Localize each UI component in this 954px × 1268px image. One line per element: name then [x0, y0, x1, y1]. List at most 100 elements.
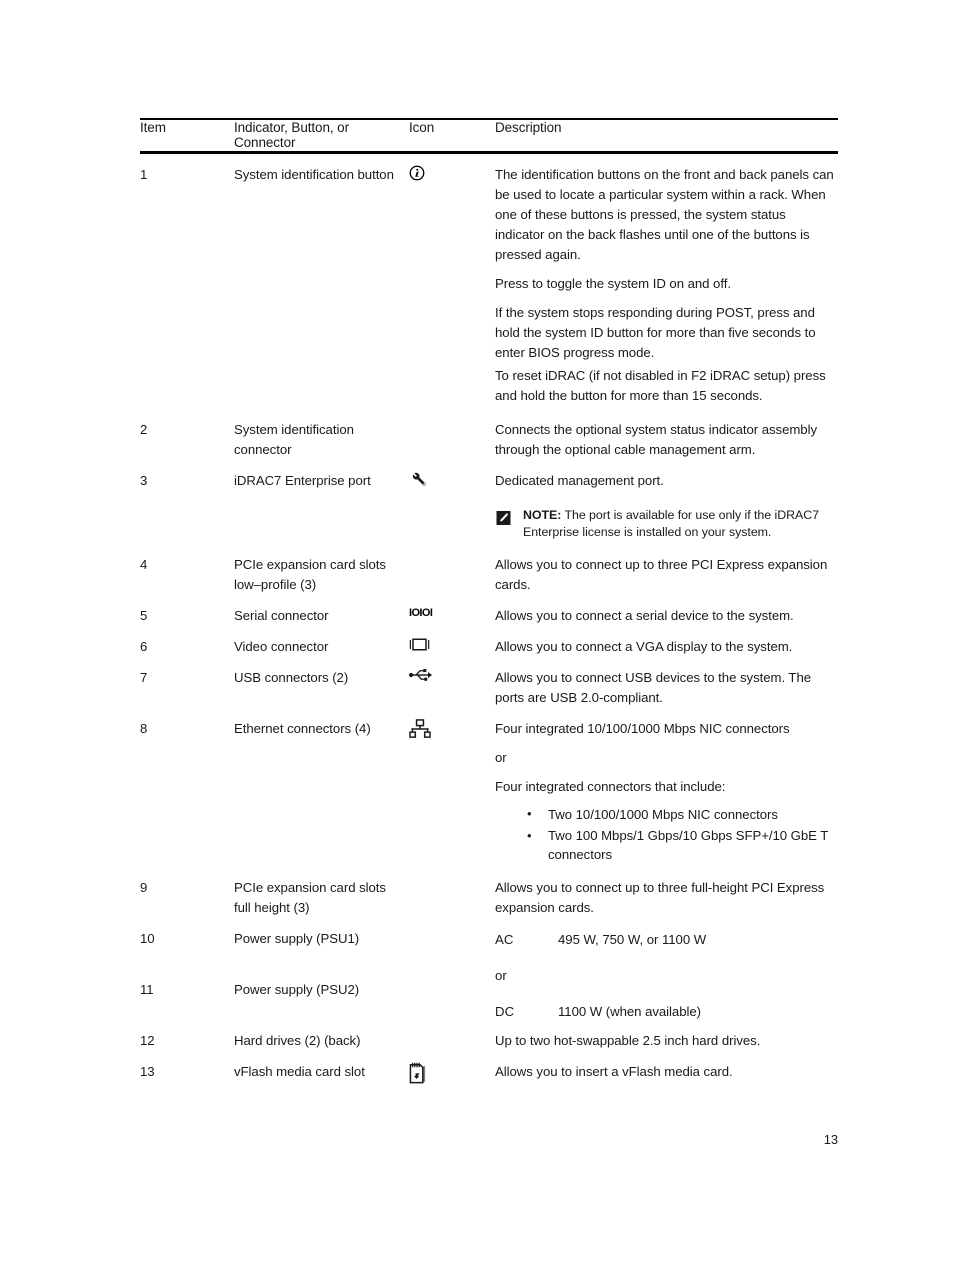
- row-item-number: 6: [140, 638, 148, 654]
- row-item-number: 1: [140, 166, 148, 182]
- row-description: The identification buttons on the front …: [495, 154, 838, 409]
- row-description: Allows you to connect a VGA display to t…: [495, 626, 838, 657]
- row-component-name: System identification button: [234, 154, 409, 409]
- table-row: 8 Ethernet connectors (4) Four integrate…: [140, 708, 838, 868]
- row-icon-cell: [409, 154, 495, 409]
- table-row: 5 Serial connector IOIOI Allows you to c…: [140, 595, 838, 626]
- row-description: Dedicated management port. NOTE: The por…: [495, 460, 838, 544]
- description-paragraph: Allows you to connect up to three PCI Ex…: [495, 556, 828, 592]
- table-row: 6 Video connector Allows you to connect …: [140, 626, 838, 657]
- row-description: Connects the optional system status indi…: [495, 409, 838, 460]
- row-description: Four integrated 10/100/1000 Mbps NIC con…: [495, 708, 838, 868]
- info-circle-icon: [409, 165, 425, 180]
- serial-connector-icon: IOIOI: [409, 606, 433, 619]
- specification-table: Item Indicator, Button, or Connector Ico…: [140, 118, 838, 1084]
- video-connector-icon: [409, 638, 430, 650]
- column-header-connector-line1: Indicator, Button, or: [234, 119, 349, 135]
- power-supply-table: AC 495 W, 750 W, or 1100 W or DC 1100 W …: [495, 931, 706, 1020]
- row-component-name: Power supply (PSU1): [234, 918, 409, 972]
- power-supply-or-row: or: [495, 967, 706, 1003]
- table-row: 1 System identification button The ident…: [140, 154, 838, 409]
- row-description: Allows you to connect up to three PCI Ex…: [495, 544, 838, 595]
- row-component-name: vFlash media card slot: [234, 1051, 409, 1084]
- row-component-name: Serial connector: [234, 595, 409, 626]
- description-paragraph: Four integrated connectors that include:: [495, 778, 726, 794]
- wrench-icon: [412, 472, 426, 486]
- row-icon-cell: [409, 626, 495, 657]
- power-supply-dc-label: DC: [495, 1004, 515, 1019]
- table-row: 13 vFlash media card slot Allows you to …: [140, 1051, 838, 1084]
- column-header-connector-line2: Connector: [234, 135, 296, 150]
- document-page: Item Indicator, Button, or Connector Ico…: [0, 0, 954, 1268]
- table-row: 7 USB connectors (2) Allows you to conne…: [140, 657, 838, 708]
- row-component-name: System identification connector: [234, 409, 409, 460]
- row-component-name-line1: Power supply (PSU2): [234, 981, 360, 997]
- row-component-name-line2: low–profile (3): [234, 576, 317, 592]
- ethernet-icon: [409, 718, 431, 738]
- row-component-name: iDRAC7 Enterprise port: [234, 460, 409, 544]
- column-header-item: Item: [140, 119, 166, 135]
- description-paragraph: Connects the optional system status indi…: [495, 421, 818, 457]
- description-paragraph: Allows you to connect a VGA display to t…: [495, 638, 793, 654]
- table-body: 1 System identification button The ident…: [140, 154, 838, 1085]
- note-callout: NOTE: The port is available for use only…: [495, 507, 838, 542]
- table-row: 2 System identification connector Connec…: [140, 409, 838, 460]
- row-component-name-line1: Video connector: [234, 638, 329, 654]
- table-header-row: Item Indicator, Button, or Connector Ico…: [140, 120, 838, 151]
- description-paragraph: The identification buttons on the front …: [495, 166, 834, 262]
- row-component-name: Ethernet connectors (4): [234, 708, 409, 868]
- usb-icon: [409, 668, 432, 681]
- description-paragraph: Up to two hot-swappable 2.5 inch hard dr…: [495, 1033, 761, 1048]
- row-component-name-line1: iDRAC7 Enterprise port: [234, 472, 371, 488]
- row-item-number: 13: [140, 1064, 155, 1079]
- description-paragraph: Allows you to connect a serial device to…: [495, 607, 794, 623]
- power-supply-or-label: or: [495, 968, 507, 983]
- row-component-name-line1: System identification: [234, 421, 354, 437]
- row-icon-cell: [409, 972, 495, 1020]
- row-component-name-line1: System identification button: [234, 166, 394, 182]
- row-description: Allows you to connect a serial device to…: [495, 595, 838, 626]
- power-supply-ac-value: 495 W, 750 W, or 1100 W: [558, 932, 707, 947]
- row-component-name-line1: PCIe expansion card slots: [234, 556, 386, 572]
- row-description: Allows you to insert a vFlash media card…: [495, 1051, 838, 1084]
- row-item-number: 9: [140, 880, 148, 895]
- power-supply-ac-row: AC 495 W, 750 W, or 1100 W: [495, 931, 706, 967]
- row-item-number: 10: [140, 931, 155, 946]
- description-paragraph: Press to toggle the system ID on and off…: [495, 275, 731, 291]
- row-item-number: 2: [140, 421, 148, 437]
- row-icon-cell: [409, 918, 495, 972]
- row-icon-cell: [409, 1020, 495, 1051]
- row-description: Up to two hot-swappable 2.5 inch hard dr…: [495, 1020, 838, 1051]
- table-row: 3 iDRAC7 Enterprise port Dedicated manag…: [140, 460, 838, 544]
- description-bullet-list: Two 10/100/1000 Mbps NIC connectors Two …: [495, 805, 838, 865]
- row-component-name-line1: Serial connector: [234, 607, 329, 623]
- row-component-name-line1: USB connectors (2): [234, 669, 349, 685]
- column-header-icon: Icon: [409, 119, 435, 135]
- row-component-name: Hard drives (2) (back): [234, 1020, 409, 1051]
- row-component-name-line1: Hard drives (2) (back): [234, 1033, 361, 1048]
- row-component-name: USB connectors (2): [234, 657, 409, 708]
- row-item-number: 4: [140, 556, 148, 572]
- row-component-name: PCIe expansion card slots low–profile (3…: [234, 544, 409, 595]
- table-row: 12 Hard drives (2) (back) Up to two hot-…: [140, 1020, 838, 1051]
- row-icon-cell: [409, 657, 495, 708]
- note-label: NOTE:: [523, 507, 562, 522]
- list-item: Two 10/100/1000 Mbps NIC connectors: [495, 805, 838, 825]
- row-component-name: Power supply (PSU2): [234, 972, 409, 1020]
- note-body: The port is available for use only if th…: [523, 507, 819, 540]
- row-item-number: 8: [140, 720, 148, 736]
- vflash-media-card-icon: [409, 1062, 426, 1084]
- column-header-description: Description: [495, 119, 562, 135]
- row-component-name-line1: PCIe expansion card slots: [234, 880, 386, 895]
- row-description-power-supply: AC 495 W, 750 W, or 1100 W or DC 1100 W …: [495, 918, 838, 1020]
- description-paragraph: Allows you to insert a vFlash media card…: [495, 1064, 733, 1079]
- row-item-number: 3: [140, 472, 148, 488]
- table-row: 10 Power supply (PSU1) AC 495 W, 750 W, …: [140, 918, 838, 1019]
- row-component-name-line1: Ethernet connectors (4): [234, 720, 371, 736]
- description-paragraph: To reset iDRAC (if not disabled in F2 iD…: [495, 367, 826, 403]
- row-component-name-line2: full height (3): [234, 900, 310, 915]
- table-row: 4 PCIe expansion card slots low–profile …: [140, 544, 838, 595]
- row-item-number: 5: [140, 607, 148, 623]
- power-supply-dc-row: DC 1100 W (when available): [495, 1003, 706, 1020]
- description-paragraph: Four integrated 10/100/1000 Mbps NIC con…: [495, 720, 790, 736]
